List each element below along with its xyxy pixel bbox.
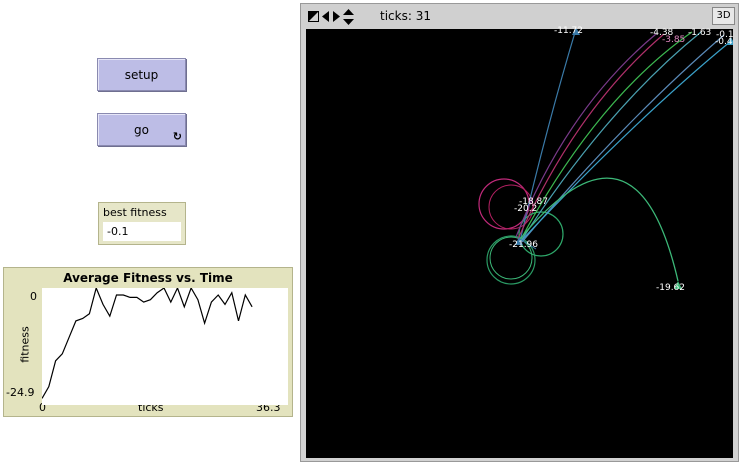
ticks-readout: ticks: 31: [380, 9, 431, 23]
turtle-label: -3.85: [662, 35, 686, 45]
world-canvas: -11.72 -4.38 -3.85 -1.63 -0.1 -0.4 -18.8…: [306, 26, 735, 458]
setup-button[interactable]: setup: [97, 58, 186, 91]
turtle-label: -20.2: [514, 204, 538, 214]
monitor-value: -0.1: [103, 222, 181, 241]
best-fitness-monitor: best fitness -0.1: [98, 202, 186, 245]
forever-icon: ↻: [172, 130, 182, 143]
monitor-label: best fitness: [103, 206, 167, 219]
plot-title: Average Fitness vs. Time: [63, 271, 233, 285]
plot-canvas: [41, 286, 288, 405]
go-button-label: go: [134, 122, 149, 137]
arrows-vertical-icon[interactable]: [343, 9, 354, 25]
y-min-tick: -24.9: [6, 386, 35, 399]
turtle-label: -1.63: [688, 28, 712, 38]
fitness-line: [41, 286, 253, 399]
view-toolbar: ticks: 31 3D: [301, 4, 738, 29]
y-max-tick: 0: [30, 290, 37, 303]
setup-button-label: setup: [124, 67, 159, 82]
go-button[interactable]: go ↻: [97, 113, 186, 146]
fitness-plot: Average Fitness vs. Time 0 -24.9 0 ticks…: [3, 267, 293, 417]
world-view-frame: ticks: 31 3D -11.72 -4.38 -3.85 -1.63 -0…: [300, 3, 739, 462]
turtle-label: -0.4: [715, 37, 733, 47]
turtle-label: -11.72: [554, 26, 584, 36]
turtle-label: -21.96: [509, 240, 539, 250]
3d-button[interactable]: 3D: [712, 7, 735, 25]
y-axis-label: fitness: [18, 326, 32, 363]
plot-svg: [41, 286, 253, 399]
size-toggle-icon[interactable]: [308, 11, 319, 22]
arrows-horizontal-icon[interactable]: [322, 11, 340, 22]
turtle-label: -19.62: [656, 283, 686, 293]
